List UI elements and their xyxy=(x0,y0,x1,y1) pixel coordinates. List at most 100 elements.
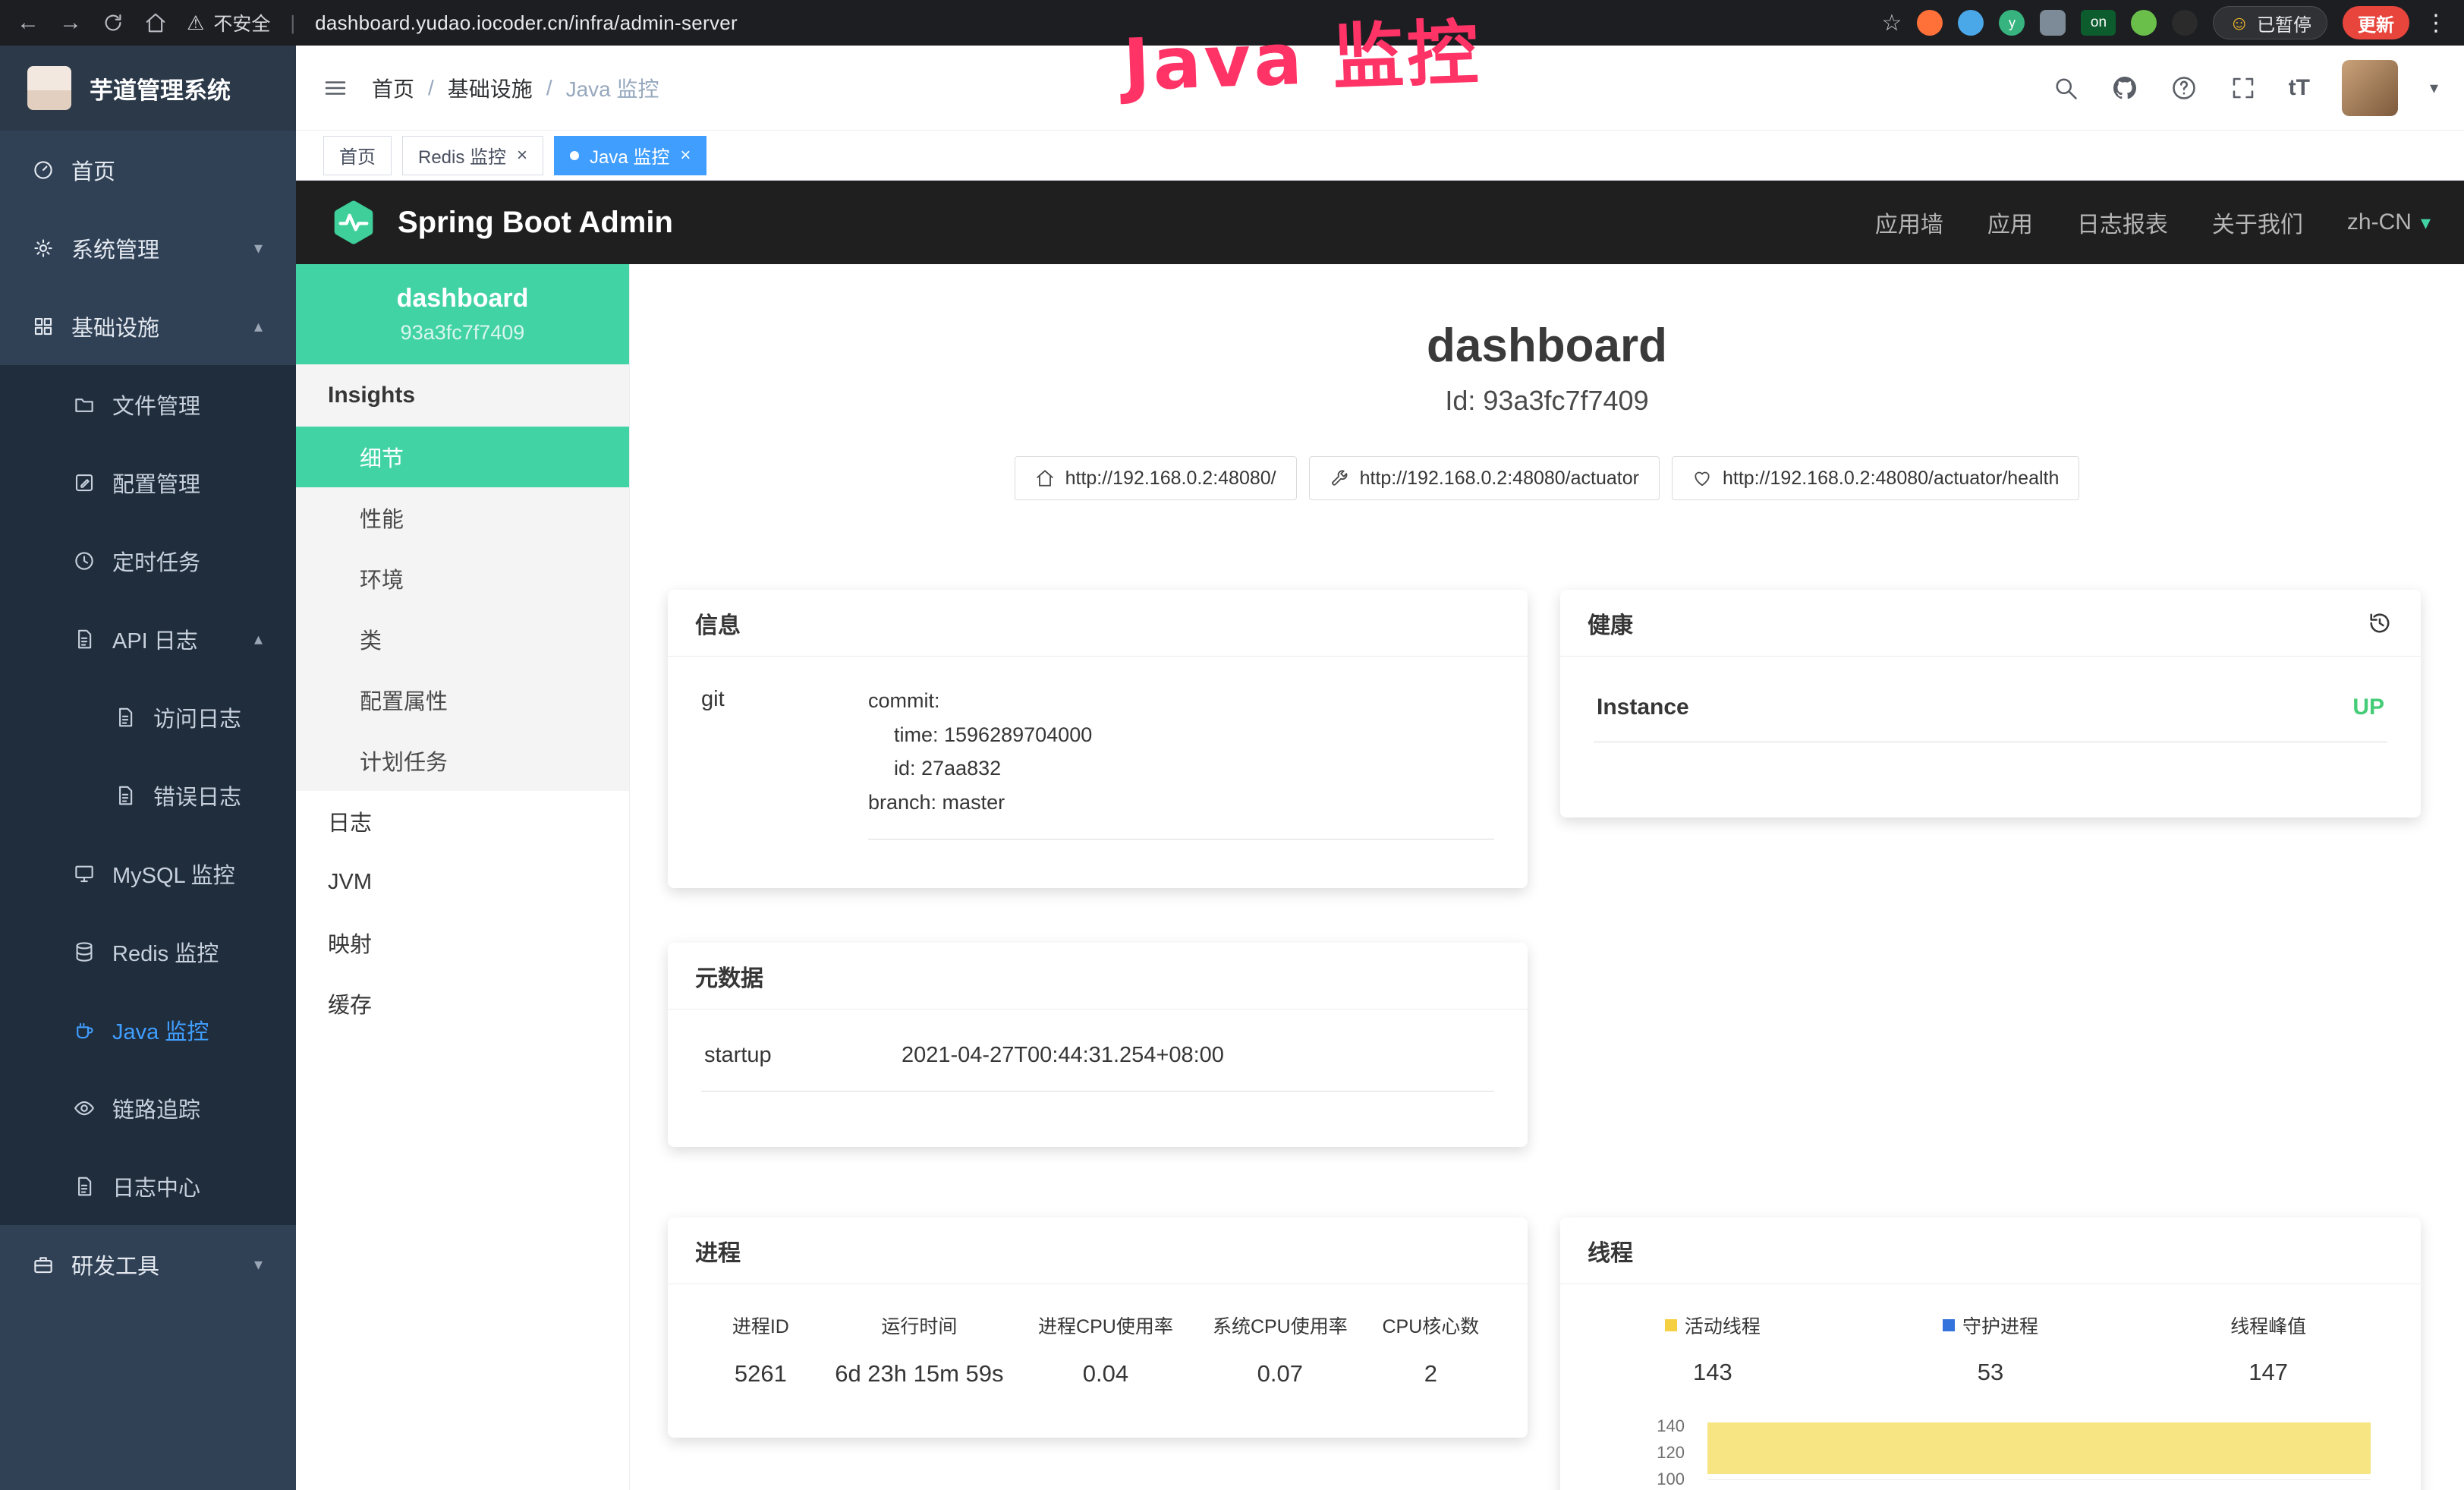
sidebar-item-label: 首页 xyxy=(71,154,115,186)
help-icon[interactable] xyxy=(2170,74,2198,102)
sba-menu-scheduled-tasks[interactable]: 计划任务 xyxy=(296,730,629,791)
info-card-body: git commit: time: 1596289704000 id: 27aa… xyxy=(668,657,1528,867)
sba-menu-logs[interactable]: 日志 xyxy=(296,791,629,852)
sidebar-item-link-tracing[interactable]: 链路追踪 xyxy=(0,1069,296,1147)
search-icon[interactable] xyxy=(2052,74,2079,102)
info-card: 信息 git commit: time: 1596289704000 id: 2… xyxy=(668,590,1528,888)
health-instance-row[interactable]: Instance UP xyxy=(1594,684,2387,742)
history-icon[interactable] xyxy=(2366,610,2393,637)
link-url: http://192.168.0.2:48080/actuator/health xyxy=(1723,468,2059,490)
close-icon[interactable]: × xyxy=(517,145,527,166)
hamburger-icon[interactable] xyxy=(322,74,349,102)
link-chip-health[interactable]: http://192.168.0.2:48080/actuator/health xyxy=(1672,456,2079,500)
github-icon[interactable] xyxy=(2111,74,2138,102)
sidebar-item-label: 错误日志 xyxy=(153,780,241,811)
sidebar-item-java-monitor[interactable]: Java 监控 xyxy=(0,991,296,1069)
instance-header[interactable]: dashboard 93a3fc7f7409 xyxy=(296,264,629,364)
process-val-pid: 5261 xyxy=(701,1360,820,1388)
back-button[interactable]: ← xyxy=(17,0,39,46)
breadcrumb-separator: / xyxy=(428,76,434,100)
gauge-icon xyxy=(32,159,55,181)
home-button[interactable] xyxy=(144,11,167,34)
font-size-icon[interactable]: tT xyxy=(2289,75,2310,101)
url-bar[interactable]: dashboard.yudao.iocoder.cn/infra/admin-s… xyxy=(315,11,738,35)
browser-toolbar-right: ☆ y on ☺ 已暂停 更新 ⋮ xyxy=(1882,6,2447,39)
coffee-icon xyxy=(73,1019,96,1041)
paused-extension-badge[interactable]: ☺ 已暂停 xyxy=(2213,6,2327,39)
link-chip-root[interactable]: http://192.168.0.2:48080/ xyxy=(1015,456,1297,500)
paw-extension-icon[interactable] xyxy=(2172,10,2198,36)
sba-menu-jvm[interactable]: JVM xyxy=(296,852,629,912)
bookmark-star-icon[interactable]: ☆ xyxy=(1882,10,1902,36)
process-col-cores: CPU核心数 xyxy=(1367,1312,1494,1339)
sidebar-item-scheduled-jobs[interactable]: 定时任务 xyxy=(0,521,296,600)
sidebar-item-label: 定时任务 xyxy=(112,545,200,577)
sba-menu-environment[interactable]: 环境 xyxy=(296,548,629,609)
sba-nav-applications[interactable]: 应用 xyxy=(1987,206,2033,239)
browser-menu-icon[interactable]: ⋮ xyxy=(2425,10,2447,36)
sidebar-item-access-logs[interactable]: 访问日志 xyxy=(0,678,296,756)
close-icon[interactable]: × xyxy=(680,145,691,166)
link-url: http://192.168.0.2:48080/actuator xyxy=(1360,468,1639,490)
puzzle-extension-icon[interactable] xyxy=(2040,10,2066,36)
sidebar-item-log-center[interactable]: 日志中心 xyxy=(0,1147,296,1225)
caret-down-icon[interactable]: ▾ xyxy=(2430,78,2438,98)
sidebar-item-config-management[interactable]: 配置管理 xyxy=(0,443,296,521)
health-row-label: Instance xyxy=(1597,695,1689,720)
proxy-on-badge[interactable]: on xyxy=(2081,10,2116,36)
chevron-up-icon: ▴ xyxy=(254,317,263,336)
sidebar-item-api-logs[interactable]: API 日志 ▴ xyxy=(0,600,296,678)
live-threads-area xyxy=(1707,1422,2371,1474)
locale-selector[interactable]: zh-CN ▾ xyxy=(2347,209,2431,235)
fox-extension-icon[interactable] xyxy=(1917,10,1943,36)
info-key: git xyxy=(701,684,868,712)
health-card: 健康 Instance UP xyxy=(1560,590,2421,817)
sidebar-item-file-management[interactable]: 文件管理 xyxy=(0,365,296,443)
tab-java-monitor[interactable]: Java 监控 × xyxy=(554,136,706,175)
sidebar-item-mysql-monitor[interactable]: MySQL 监控 xyxy=(0,834,296,912)
fullscreen-icon[interactable] xyxy=(2230,74,2257,102)
sidebar-item-home[interactable]: 首页 xyxy=(0,131,296,209)
leaf-extension-icon[interactable] xyxy=(2131,10,2157,36)
legend-swatch-live xyxy=(1665,1319,1677,1331)
sba-menu-classes[interactable]: 类 xyxy=(296,609,629,669)
process-col-pid: 进程ID xyxy=(701,1312,820,1339)
avatar[interactable] xyxy=(2342,60,2398,116)
sidebar-item-label: Redis 监控 xyxy=(112,936,219,968)
legend-peak-value: 147 xyxy=(2149,1359,2387,1386)
sba-sidebar: dashboard 93a3fc7f7409 Insights 细节 性能 环境… xyxy=(296,264,630,1490)
sba-menu-performance[interactable]: 性能 xyxy=(296,487,629,548)
tab-home[interactable]: 首页 xyxy=(323,136,392,175)
green-extension-icon[interactable]: y xyxy=(1999,10,2025,36)
chrome-update-button[interactable]: 更新 xyxy=(2343,6,2409,39)
sidebar-item-system-management[interactable]: 系统管理 ▾ xyxy=(0,209,296,287)
sidebar-item-infrastructure[interactable]: 基础设施 ▴ xyxy=(0,287,296,365)
sba-menu-details[interactable]: 细节 xyxy=(296,427,629,487)
status-badge: UP xyxy=(2352,695,2384,720)
breadcrumb-infrastructure[interactable]: 基础设施 xyxy=(448,73,533,103)
link-chip-actuator[interactable]: http://192.168.0.2:48080/actuator xyxy=(1309,456,1660,500)
threads-card-title: 线程 xyxy=(1560,1218,2421,1284)
app-brand: 芋道管理系统 xyxy=(0,46,296,131)
sidebar-item-label: 文件管理 xyxy=(112,389,200,421)
site-security[interactable]: ⚠ 不安全 xyxy=(187,9,270,36)
warning-icon: ⚠ xyxy=(187,11,204,35)
sidebar-item-dev-tools[interactable]: 研发工具 ▾ xyxy=(0,1225,296,1303)
sba-nav-about[interactable]: 关于我们 xyxy=(2212,206,2303,239)
sba-nav-wallboard[interactable]: 应用墙 xyxy=(1875,206,1943,239)
sba-nav-journal[interactable]: 日志报表 xyxy=(2077,206,2168,239)
breadcrumb-home[interactable]: 首页 xyxy=(372,73,414,103)
sidebar-item-error-logs[interactable]: 错误日志 xyxy=(0,756,296,834)
eye-icon xyxy=(73,1097,96,1120)
reload-button[interactable] xyxy=(102,11,124,34)
forward-button[interactable]: → xyxy=(59,0,82,46)
droplet-extension-icon[interactable] xyxy=(1958,10,1984,36)
sba-menu-config-props[interactable]: 配置属性 xyxy=(296,669,629,730)
sidebar-item-redis-monitor[interactable]: Redis 监控 xyxy=(0,912,296,991)
breadcrumb-separator: / xyxy=(546,76,552,100)
sba-menu-caches[interactable]: 缓存 xyxy=(296,973,629,1034)
tab-redis-monitor[interactable]: Redis 监控 × xyxy=(402,136,543,175)
sidebar-item-label: 日志中心 xyxy=(112,1170,200,1202)
sba-menu-mappings[interactable]: 映射 xyxy=(296,912,629,973)
instance-links: http://192.168.0.2:48080/ http://192.168… xyxy=(630,456,2464,500)
